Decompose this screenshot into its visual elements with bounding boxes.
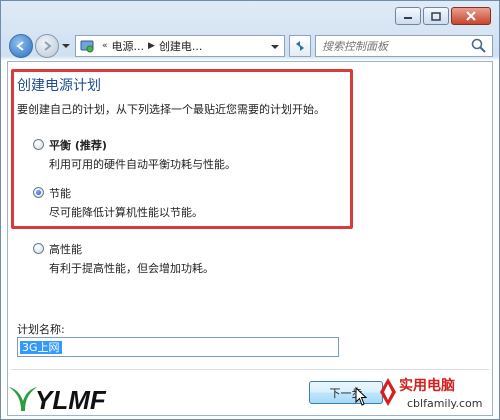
search-box[interactable]	[315, 35, 493, 57]
svg-text:YLMF: YLMF	[35, 385, 107, 415]
breadcrumb-separator-icon[interactable]: ▶	[148, 41, 155, 51]
plan-option-description: 利用可用的硬件自动平衡功耗与性能。	[49, 158, 236, 171]
plan-option-name: 平衡 (推荐)	[49, 139, 107, 152]
site-url: cblfamily.com	[407, 397, 483, 410]
plan-name-field[interactable]: 3G上网	[17, 337, 339, 357]
create-power-plan-content: 创建电源计划 要创建自己的计划，从下列选择一个最贴近您需要的计划开始。 平衡 (…	[11, 63, 489, 415]
mouse-cursor-icon	[355, 387, 367, 406]
close-button[interactable]	[451, 7, 491, 25]
radio-high-performance[interactable]	[33, 243, 44, 254]
radio-balanced[interactable]	[33, 139, 44, 150]
refresh-button[interactable]	[289, 35, 311, 57]
address-dropdown-icon[interactable]	[270, 42, 280, 52]
plan-option-name: 高性能	[49, 243, 82, 256]
plan-name-value: 3G上网	[20, 341, 62, 354]
breadcrumb-overflow-icon[interactable]: «	[102, 41, 108, 51]
refresh-icon	[296, 41, 304, 51]
address-bar[interactable]: « 电源... ▶ 创建电...	[75, 35, 285, 57]
site-logo-mark	[380, 378, 396, 406]
minimize-icon	[404, 17, 412, 19]
plan-name-label: 计划名称:	[17, 323, 65, 336]
instruction-text: 要创建自己的计划，从下列选择一个最贴近您需要的计划开始。	[17, 103, 325, 116]
close-icon	[466, 11, 476, 21]
radio-power-saver[interactable]	[33, 187, 44, 198]
ylmf-logo-graphic: YLMF	[9, 385, 107, 415]
ylmf-logo: YLMF	[5, 381, 141, 415]
back-arrow-icon	[16, 41, 24, 51]
site-title: 实用电脑	[399, 378, 455, 394]
footer-separator	[11, 369, 489, 370]
recent-pages-dropdown-icon[interactable]	[61, 41, 71, 51]
forward-button[interactable]	[35, 34, 59, 58]
page-title: 创建电源计划	[17, 78, 101, 94]
plan-option-name: 节能	[49, 187, 71, 200]
maximize-icon	[431, 11, 441, 21]
next-button[interactable]: 下一步	[309, 381, 383, 404]
minimize-button[interactable]	[395, 7, 421, 25]
plan-option-description: 尽可能降低计算机性能以节能。	[49, 206, 203, 219]
navigation-bar: « 电源... ▶ 创建电...	[9, 34, 493, 60]
caption-buttons	[395, 7, 491, 25]
breadcrumb-create-plan[interactable]: 创建电...	[159, 38, 203, 54]
search-icon[interactable]	[470, 37, 488, 55]
control-panel-window: « 电源... ▶ 创建电... 创建电源计划 要创建自己的计划，从下列选择一个…	[0, 0, 500, 420]
plan-option-description: 有利于提高性能，但会增加功耗。	[49, 262, 214, 275]
search-input[interactable]	[316, 37, 470, 55]
control-panel-icon	[80, 40, 94, 53]
maximize-button[interactable]	[423, 7, 449, 25]
back-button[interactable]	[9, 34, 33, 58]
breadcrumb-power-options[interactable]: 电源...	[112, 38, 145, 54]
site-watermark: 实用电脑 cblfamily.com	[379, 375, 499, 417]
forward-arrow-icon	[44, 41, 52, 51]
